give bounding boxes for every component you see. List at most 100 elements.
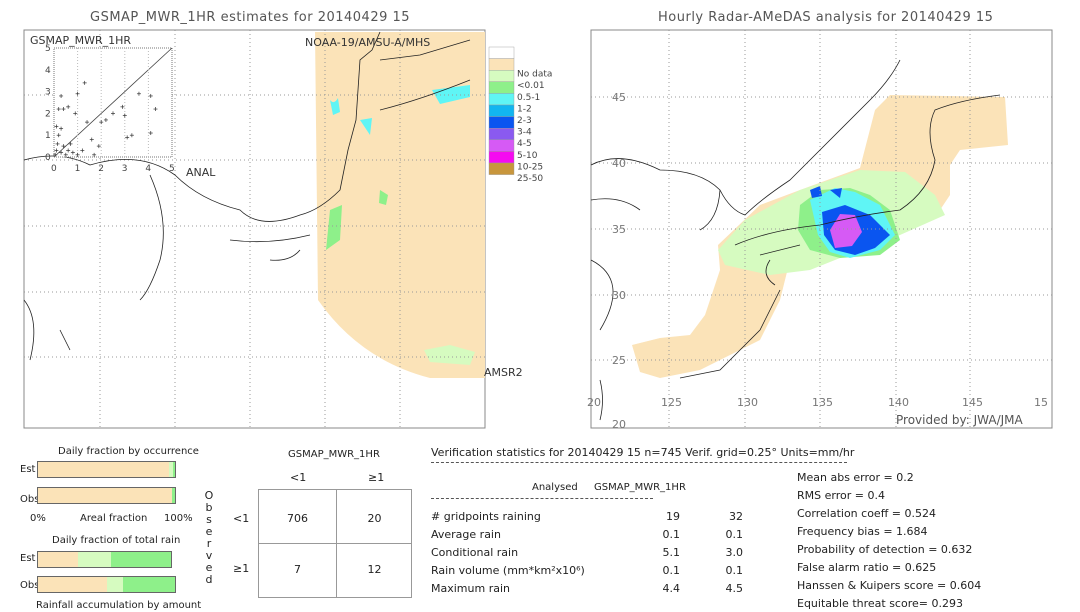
inset-xlabel: ANAL	[186, 166, 216, 179]
legend-label: 25-50	[517, 174, 543, 184]
bar-segment	[38, 552, 78, 567]
bar-segment	[111, 552, 171, 567]
bar-segment	[122, 577, 175, 592]
inset-xtick: 4	[145, 164, 151, 174]
score-item: Probability of detection = 0.632	[797, 543, 973, 556]
bar-segment	[38, 462, 169, 477]
stat-est: 0.1	[725, 564, 744, 577]
occurrence-est-bar	[37, 461, 176, 478]
legend-swatch	[488, 116, 515, 129]
legend-label: 4-5	[517, 139, 532, 149]
credit-text: Provided by: JWA/JMA	[896, 413, 1024, 427]
score-item: Frequency bias = 1.684	[797, 525, 928, 538]
contingency-col-2: ≥1	[368, 471, 385, 484]
score-item: Hanssen & Kuipers score = 0.604	[797, 579, 982, 592]
contingency-grid: 706 20 7 12	[258, 489, 412, 598]
stat-est: 3.0	[725, 546, 744, 559]
bar-segment	[106, 577, 123, 592]
legend-swatch	[488, 81, 515, 94]
inset-xtick: 1	[75, 164, 81, 174]
lon-label: 20	[587, 396, 601, 409]
occurrence-est-label: Est	[20, 464, 36, 475]
score-item: RMS error = 0.4	[797, 489, 885, 502]
legend-swatch	[488, 93, 515, 106]
legend-swatch	[488, 104, 515, 117]
score-item: False alarm ratio = 0.625	[797, 561, 937, 574]
legend-label: 2-3	[517, 116, 532, 126]
score-item: Mean abs error = 0.2	[797, 471, 914, 484]
stat-label: Rain volume (mm*km²x10⁶)	[431, 564, 585, 577]
total-rain-title: Daily fraction of total rain	[52, 535, 181, 546]
cell-obs-lt1-est-ge1: 20	[367, 512, 382, 525]
inset-ytick: 1	[45, 131, 51, 141]
stat-analysed: 0.1	[662, 564, 681, 577]
sensor-bottom-label: AMSR2	[484, 366, 523, 379]
total-rain-footer: Rainfall accumulation by amount	[36, 600, 202, 611]
lon-label: 140	[888, 396, 909, 409]
legend-swatch	[488, 151, 515, 164]
stats-col-analysed: Analysed	[532, 482, 578, 493]
stat-label: Maximum rain	[431, 582, 510, 595]
stats-header: Verification statistics for 20140429 15 …	[431, 446, 855, 459]
legend-label: <0.01	[517, 81, 545, 91]
observed-side-label: Observed	[204, 489, 214, 586]
stats-col-est: GSMAP_MWR_1HR	[594, 482, 686, 493]
maps-svg: NOAA-19/AMSU-A/MHS AMSR2 GSMAP_MWR_1HR A…	[23, 29, 1053, 431]
occurrence-axis-right: 100%	[164, 513, 193, 524]
cell-obs-lt1-est-lt1: 706	[287, 512, 308, 525]
stat-est: 0.1	[725, 528, 744, 541]
left-map: NOAA-19/AMSU-A/MHS AMSR2 GSMAP_MWR_1HR A…	[23, 29, 523, 429]
occurrence-axis-left: 0%	[30, 513, 46, 524]
inset-ytick: 4	[45, 66, 51, 76]
inset-ytick: 2	[45, 109, 51, 119]
stat-est: 32	[729, 510, 743, 523]
stats-subdivider	[431, 498, 653, 499]
stat-analysed: 0.1	[662, 528, 681, 541]
lat-label: 40	[612, 157, 626, 170]
lat-label: 25	[612, 354, 626, 367]
cell-obs-ge1-est-ge1: 12	[367, 563, 382, 576]
legend-swatch	[488, 46, 515, 59]
legend-label: 5-10	[517, 151, 538, 161]
contingency-col-1: <1	[290, 471, 307, 484]
cell-obs-ge1-est-lt1: 7	[294, 563, 301, 576]
legend-label: 0.5-1	[517, 93, 540, 103]
contingency-row-2: ≥1	[233, 562, 250, 575]
contingency-row-1: <1	[233, 512, 250, 525]
stats-divider	[431, 462, 847, 463]
inset-xtick: 5	[169, 164, 175, 174]
stat-label: Average rain	[431, 528, 501, 541]
total-rain-est-label: Est	[20, 553, 36, 564]
bar-segment	[77, 552, 112, 567]
legend-label: 1-2	[517, 104, 532, 114]
inset-ytick: 3	[45, 88, 51, 98]
stat-est: 4.5	[725, 582, 744, 595]
stat-analysed: 5.1	[662, 546, 681, 559]
occurrence-axis-mid: Areal fraction	[80, 513, 148, 524]
total-rain-obs-bar	[37, 576, 176, 593]
bar-segment	[38, 488, 172, 503]
lon-label: 145	[962, 396, 983, 409]
stat-analysed: 19	[666, 510, 680, 523]
legend-label: 3-4	[517, 128, 532, 138]
lon-label: 135	[812, 396, 833, 409]
lat-label: 35	[612, 223, 626, 236]
lon-label: 130	[737, 396, 758, 409]
contingency-header: GSMAP_MWR_1HR	[288, 449, 380, 460]
score-item: Correlation coeff = 0.524	[797, 507, 936, 520]
verification-figure: GSMAP_MWR_1HR estimates for 20140429 15 …	[0, 0, 1080, 612]
legend-swatch	[488, 139, 515, 152]
legend: No data<0.01 0.5-11-2 2-3 3-44-5 5-1010-25 25…	[488, 46, 552, 184]
occurrence-title: Daily fraction by occurrence	[58, 446, 199, 457]
bar-segment	[172, 462, 175, 477]
inset-ytick: 5	[45, 44, 51, 54]
legend-swatch	[488, 69, 515, 82]
lat-label: 45	[612, 91, 626, 104]
stat-label: Conditional rain	[431, 546, 519, 559]
lat-label: 30	[612, 289, 626, 302]
legend-swatch	[488, 127, 515, 140]
legend-swatch	[488, 58, 515, 71]
stat-analysed: 4.4	[662, 582, 681, 595]
lon-label: 15	[1034, 396, 1048, 409]
bar-segment	[38, 577, 107, 592]
